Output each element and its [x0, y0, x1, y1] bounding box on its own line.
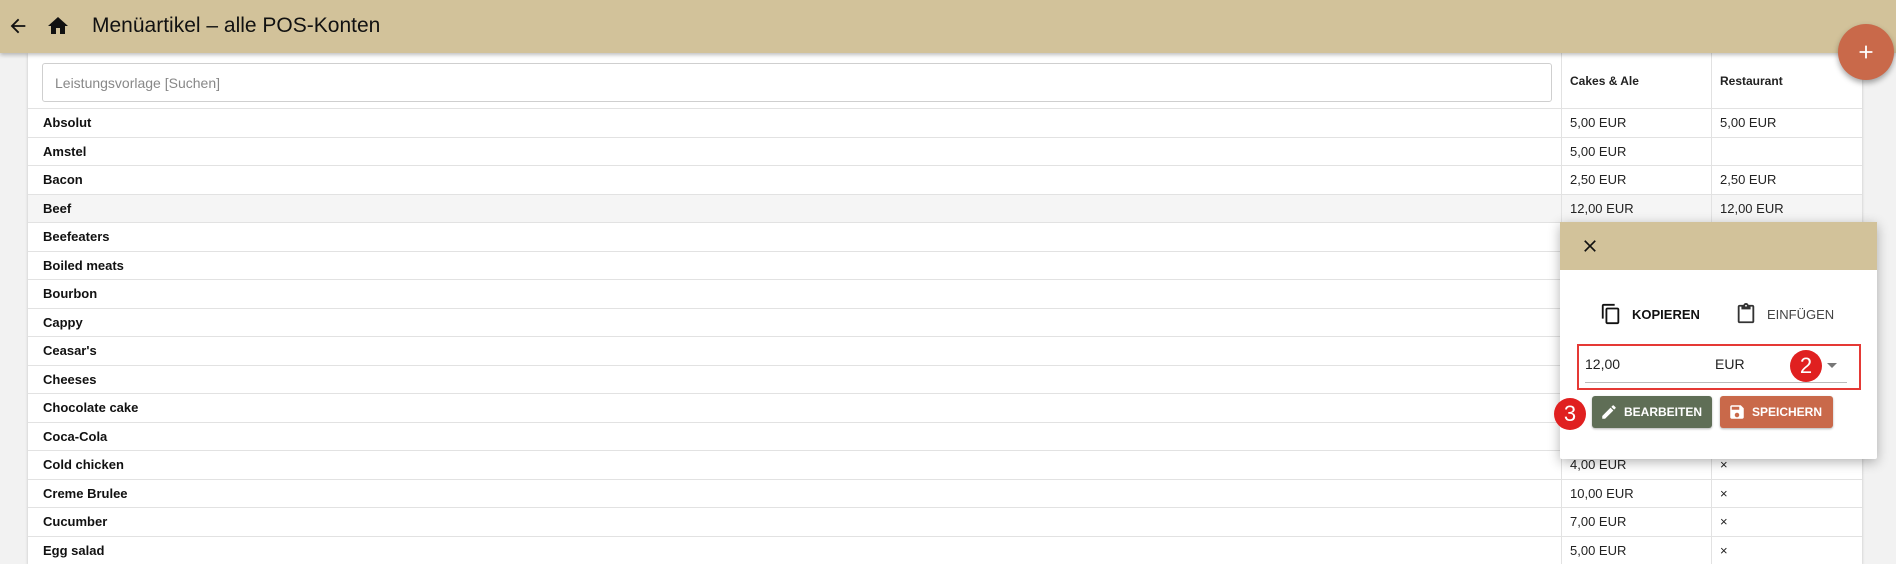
edit-label: BEARBEITEN	[1624, 405, 1703, 419]
popup-actions: KOPIEREN EINFÜGEN	[1560, 302, 1877, 330]
item-name: Cold chicken	[43, 457, 124, 473]
close-button[interactable]	[1578, 234, 1602, 258]
price-cell[interactable]: ×	[1711, 508, 1862, 536]
chevron-down-icon[interactable]	[1827, 363, 1837, 368]
step-badge-2: 2	[1790, 350, 1822, 382]
table-row[interactable]: Cucumber 7,00 EUR ×	[28, 508, 1862, 537]
item-name: Beef	[43, 200, 72, 216]
price-cell[interactable]	[1711, 137, 1862, 165]
price-cell[interactable]: 5,00 EUR	[1561, 109, 1711, 137]
arrow-left-icon	[10, 18, 26, 34]
column-header-cakes-ale: Cakes & Ale	[1561, 53, 1711, 108]
table-row[interactable]: Beef 12,00 EUR 12,00 EUR	[28, 194, 1862, 223]
item-name: Ceasar's	[43, 343, 97, 359]
table-row[interactable]: Egg salad 5,00 EUR ×	[28, 536, 1862, 564]
table-row[interactable]: Creme Brulee 10,00 EUR ×	[28, 479, 1862, 508]
price-cell[interactable]: ×	[1711, 536, 1862, 564]
plus-icon	[1859, 45, 1873, 59]
home-button[interactable]	[44, 12, 72, 40]
copy-label: KOPIEREN	[1632, 306, 1700, 322]
price-cell[interactable]: 5,00 EUR	[1561, 536, 1711, 564]
copy-icon	[1601, 303, 1620, 325]
price-value[interactable]: 12,00	[1585, 356, 1620, 372]
pencil-icon	[1602, 405, 1616, 419]
item-name: Creme Brulee	[43, 485, 128, 501]
price-cell[interactable]: 12,00 EUR	[1561, 194, 1711, 222]
item-name: Bacon	[43, 172, 83, 188]
price-cell[interactable]: ×	[1711, 479, 1862, 507]
price-edit-popup: KOPIEREN EINFÜGEN 12,00 EUR BEARBEITEN S…	[1560, 222, 1877, 459]
home-icon	[48, 17, 68, 34]
item-name: Beefeaters	[43, 229, 110, 245]
back-button[interactable]	[4, 12, 32, 40]
search-input[interactable]	[42, 63, 1552, 102]
item-name: Coca-Cola	[43, 428, 108, 444]
field-underline	[1585, 382, 1847, 383]
item-name: Absolut	[43, 115, 92, 131]
floppy-disk-icon	[1730, 405, 1744, 419]
edit-button[interactable]: BEARBEITEN	[1592, 396, 1712, 428]
table-row[interactable]: Bacon 2,50 EUR 2,50 EUR	[28, 166, 1862, 195]
price-cell[interactable]: 5,00 EUR	[1561, 137, 1711, 165]
price-cell[interactable]: 5,00 EUR	[1711, 109, 1862, 137]
table-header-row: Cakes & Ale Restaurant	[28, 53, 1862, 109]
table-row[interactable]: Amstel 5,00 EUR	[28, 137, 1862, 166]
price-cell[interactable]: 2,50 EUR	[1711, 166, 1862, 194]
table-row[interactable]: Absolut 5,00 EUR 5,00 EUR	[28, 109, 1862, 138]
price-cell[interactable]: 2,50 EUR	[1561, 166, 1711, 194]
add-button[interactable]	[1838, 24, 1894, 80]
price-cell[interactable]: 10,00 EUR	[1561, 479, 1711, 507]
paste-label: EINFÜGEN	[1767, 306, 1835, 322]
item-name: Egg salad	[43, 542, 105, 558]
price-cell[interactable]: 7,00 EUR	[1561, 508, 1711, 536]
save-button[interactable]: SPEICHERN	[1720, 396, 1833, 428]
clipboard-icon	[1737, 303, 1755, 324]
price-cell[interactable]: 12,00 EUR	[1711, 194, 1862, 222]
item-name: Bourbon	[43, 286, 98, 302]
paste-button[interactable]: EINFÜGEN	[1735, 302, 1834, 326]
currency-select[interactable]: EUR	[1715, 356, 1745, 372]
item-name: Boiled meats	[43, 257, 124, 273]
close-icon	[1584, 240, 1596, 252]
copy-button[interactable]: KOPIEREN	[1600, 302, 1700, 326]
item-name: Cappy	[43, 314, 83, 330]
popup-header	[1560, 222, 1877, 270]
save-label: SPEICHERN	[1752, 405, 1823, 419]
step-badge-3: 3	[1554, 398, 1586, 430]
item-name: Cheeses	[43, 371, 97, 387]
item-name: Cucumber	[43, 514, 108, 530]
item-name: Chocolate cake	[43, 400, 139, 416]
page-title: Menüartikel – alle POS-Konten	[92, 14, 381, 37]
item-name: Amstel	[43, 143, 87, 159]
app-header: Menüartikel – alle POS-Konten	[0, 0, 1896, 53]
